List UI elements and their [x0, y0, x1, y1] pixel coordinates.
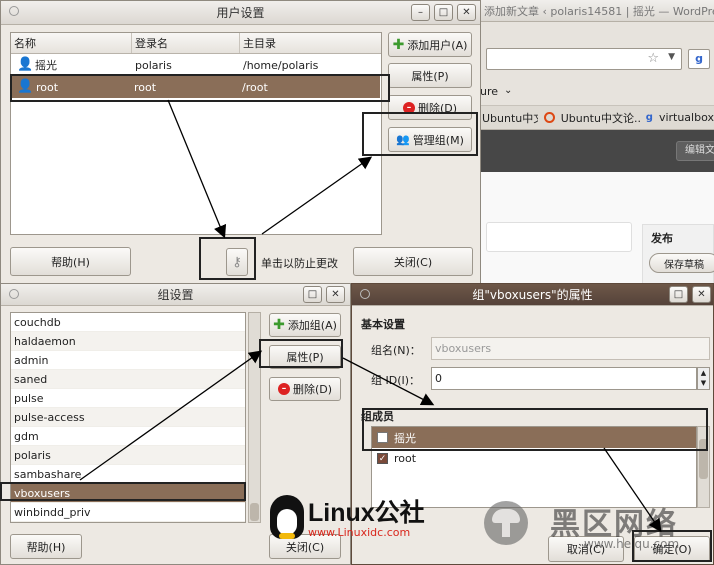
delete-group-button[interactable]: – 删除(D)	[269, 377, 341, 401]
add-user-button[interactable]: ✚ 添加用户(A)	[388, 32, 472, 57]
google-search-icon[interactable]: g	[688, 49, 710, 69]
maximize-button[interactable]: □	[434, 4, 453, 21]
delete-group-label: 删除(D)	[292, 383, 333, 396]
groups-help-button[interactable]: 帮助(H)	[10, 534, 82, 559]
window-menu-icon[interactable]	[9, 6, 19, 16]
highlight-box-member	[362, 408, 708, 451]
group-row[interactable]: admin	[11, 351, 245, 370]
highlight-box-root-row	[10, 74, 390, 102]
firefox-navbar: ☆ ▼ g	[480, 22, 714, 78]
add-icon: ✚	[392, 36, 405, 53]
tab-1[interactable]: Ubuntu中文论...	[482, 110, 538, 126]
groups-titlebar: 组设置 □ ✕	[1, 284, 350, 306]
user-row[interactable]: 👤 摇光 polaris /home/polaris	[11, 54, 381, 76]
column-login[interactable]: 登录名	[131, 33, 168, 53]
highlight-box-manage-groups	[362, 112, 478, 156]
highlight-box-unlock	[199, 237, 256, 280]
publish-label: 发布	[651, 232, 673, 245]
firefox-title: 添加新文章 ‹ polaris14581 | 摇光 — WordPress - …	[484, 4, 714, 18]
user-avatar-icon: 👤	[17, 57, 34, 72]
close-button[interactable]: ✕	[457, 4, 476, 21]
maximize-button[interactable]: □	[669, 286, 688, 303]
group-row[interactable]: winbindd_priv	[11, 503, 245, 522]
highlight-box-group-properties	[259, 339, 343, 368]
user-home: /home/polaris	[243, 58, 319, 72]
group-row[interactable]: pulse	[11, 389, 245, 408]
member-checkbox-checked[interactable]: ✓	[377, 453, 388, 464]
url-bar[interactable]: ☆ ▼	[486, 48, 682, 70]
highlight-box-vboxusers	[0, 482, 246, 501]
group-row[interactable]: haldaemon	[11, 332, 245, 351]
linux-url: www.Linuxidc.com	[308, 526, 411, 539]
title-input[interactable]	[486, 222, 632, 252]
user-properties-button[interactable]: 属性(P)	[388, 63, 472, 88]
tab-3[interactable]: virtualbox	[659, 111, 714, 124]
users-title: 用户设置	[216, 6, 265, 20]
wp-content: 发布 保存草稿	[480, 172, 714, 286]
delete-icon: –	[277, 383, 290, 395]
penguin-icon	[270, 495, 304, 539]
group-row[interactable]: couchdb	[11, 313, 245, 332]
linux-watermark: Linux公社 www.Linuxidc.com	[270, 493, 460, 543]
close-button[interactable]: ✕	[326, 286, 345, 303]
user-name: 摇光	[35, 59, 57, 72]
minimize-button[interactable]: –	[411, 4, 430, 21]
firefox-tabbar: Ubuntu中文论... Ubuntu中文论... g virtualbox	[480, 106, 714, 130]
users-close-button[interactable]: 关闭(C)	[353, 247, 473, 276]
unlock-label: 单击以防止更改	[261, 257, 338, 270]
wp-admin-bar: 编辑文	[480, 130, 714, 172]
window-menu-icon[interactable]	[360, 289, 370, 299]
menu-fragment[interactable]: ure	[480, 85, 498, 98]
users-titlebar: 用户设置 – □ ✕	[1, 1, 480, 25]
firefox-titlebar: 添加新文章 ‹ polaris14581 | 摇光 — WordPress - …	[480, 0, 714, 22]
add-user-label: 添加用户(A)	[407, 38, 468, 52]
column-name[interactable]: 名称	[14, 33, 36, 53]
groups-title: 组设置	[157, 288, 194, 302]
linux-logo-text: Linux公社	[308, 499, 425, 527]
ubuntu-icon	[543, 112, 555, 123]
users-list: 名称 登录名 主目录 👤 摇光 polaris /home/polaris 👤 …	[10, 32, 382, 235]
chevron-down-icon: ⌄	[504, 85, 513, 96]
group-row[interactable]: gdm	[11, 427, 245, 446]
member-row[interactable]: ✓ root	[372, 448, 696, 469]
group-id-label: 组 ID(I)：	[371, 374, 421, 387]
group-id-spinner[interactable]: ▲ ▼	[697, 367, 710, 390]
highlight-box-ok	[632, 530, 712, 562]
group-id-field[interactable]: 0	[431, 367, 697, 390]
save-draft-button[interactable]: 保存草稿	[649, 253, 714, 273]
publish-box: 发布 保存草稿	[642, 224, 714, 284]
add-group-button[interactable]: ✚ 添加组(A)	[269, 313, 341, 337]
maximize-button[interactable]: □	[303, 286, 322, 303]
add-icon: ✚	[273, 317, 285, 333]
group-row[interactable]: pulse-access	[11, 408, 245, 427]
dropdown-icon[interactable]: ▼	[668, 52, 675, 62]
add-group-label: 添加组(A)	[287, 319, 337, 332]
group-row[interactable]: polaris	[11, 446, 245, 465]
bookmark-star-icon[interactable]: ☆	[647, 51, 659, 66]
edit-button[interactable]: 编辑文	[676, 141, 714, 161]
member-name: root	[394, 452, 417, 465]
mushroom-icon	[484, 501, 528, 545]
basic-settings-heading: 基本设置	[361, 318, 405, 331]
window-menu-icon[interactable]	[9, 289, 19, 299]
group-row[interactable]: saned	[11, 370, 245, 389]
group-name-field[interactable]: vboxusers	[431, 337, 710, 360]
column-home[interactable]: 主目录	[239, 33, 276, 53]
scroll-thumb[interactable]	[250, 503, 259, 521]
google-icon: g	[645, 112, 653, 123]
user-login: polaris	[135, 58, 172, 72]
users-header: 名称 登录名 主目录	[11, 33, 381, 54]
help-button[interactable]: 帮助(H)	[10, 247, 131, 276]
props-titlebar: 组"vboxusers"的属性 □ ✕	[352, 284, 713, 306]
group-name-label: 组名(N)：	[371, 344, 421, 357]
tab-2[interactable]: Ubuntu中文论...	[561, 110, 640, 126]
firefox-menubar: ure ⌄	[480, 78, 714, 106]
props-title: 组"vboxusers"的属性	[472, 288, 593, 302]
close-button[interactable]: ✕	[692, 286, 711, 303]
